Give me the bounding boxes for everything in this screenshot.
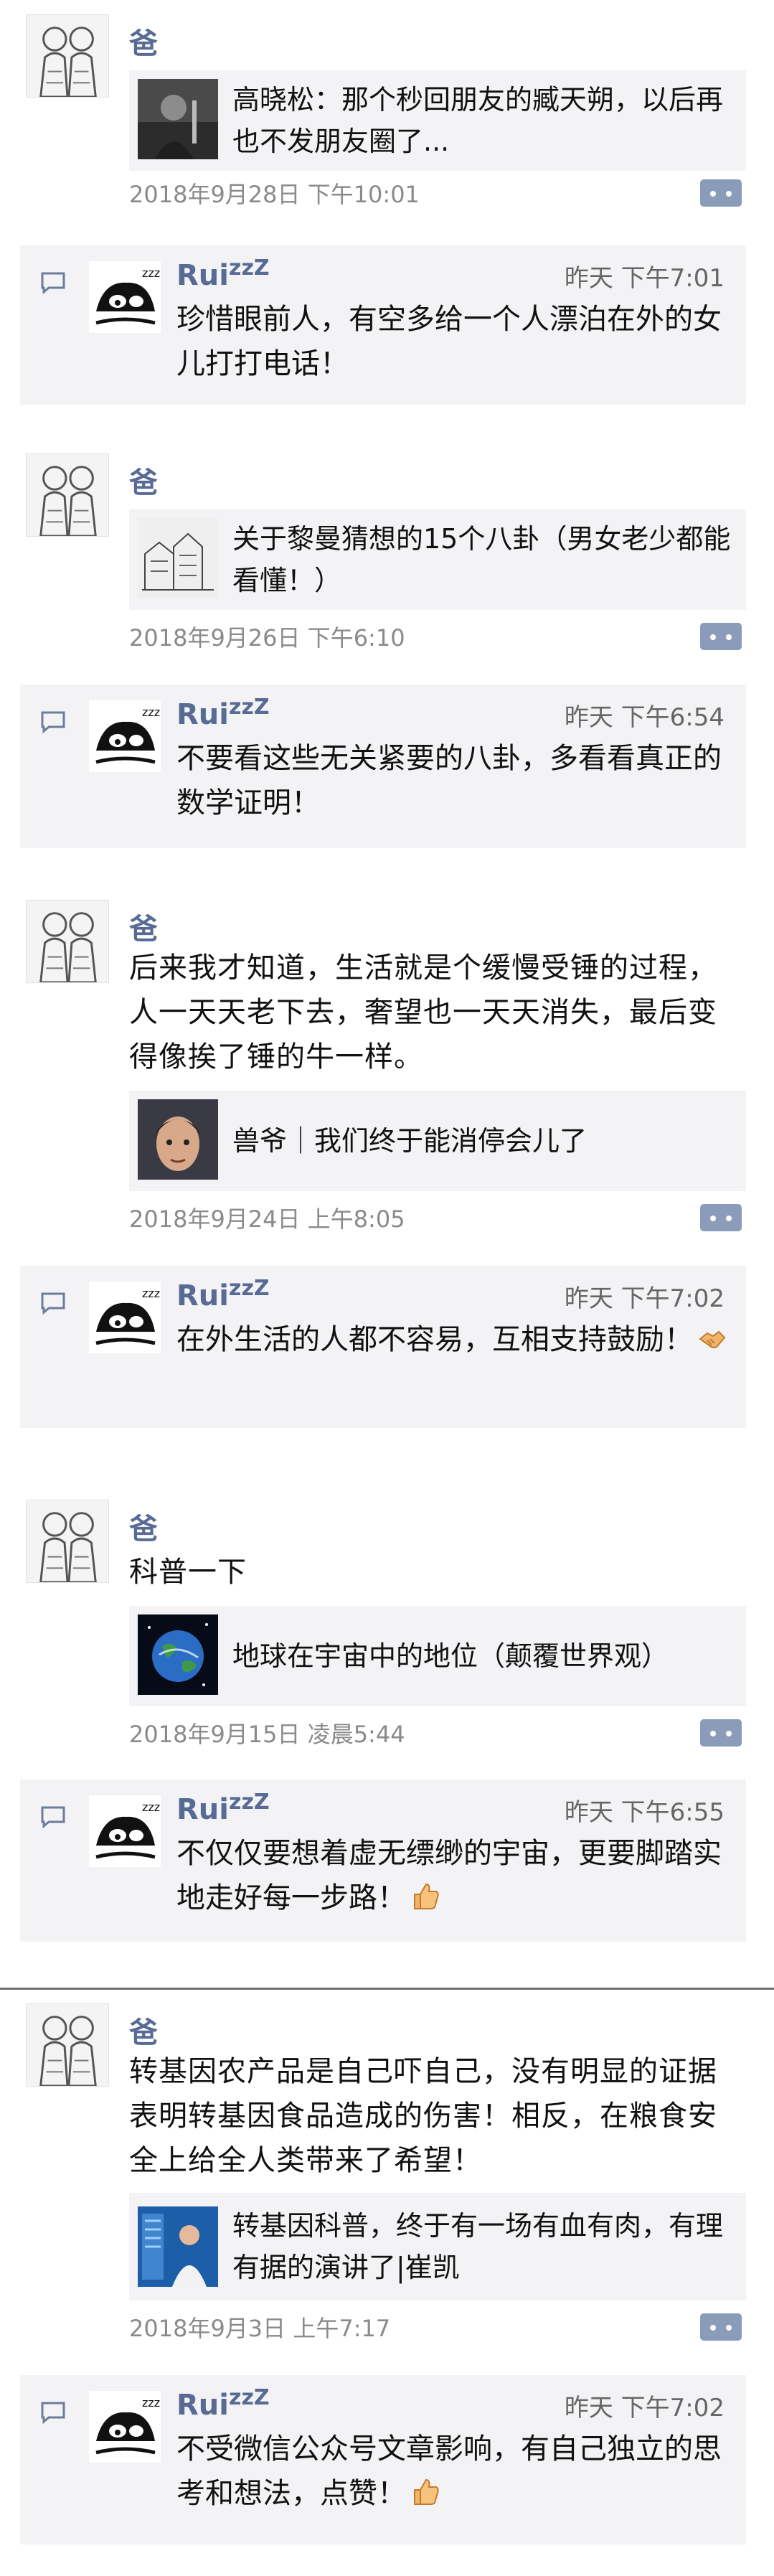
shared-link-card[interactable]: 高晓松：那个秒回朋友的臧天朔，以后再也不发朋友圈了... (129, 70, 746, 171)
rui-name[interactable]: RuizzZ (176, 1790, 270, 1826)
comment-bubble-icon (40, 1292, 66, 1315)
dot-icon (726, 1731, 732, 1736)
dot-icon (726, 634, 732, 640)
face-photo-icon (138, 1099, 218, 1180)
reply-box: zzz RuizzZ 昨天 下午7:01 珍惜眼前人，有空多给一个人漂泊在外的女… (20, 245, 746, 405)
speaker-photo-icon (138, 2206, 218, 2287)
dot-icon (726, 1216, 732, 1221)
dad-avatar[interactable] (26, 900, 109, 983)
comment-button[interactable] (700, 623, 742, 650)
comment-bubble-icon (40, 271, 66, 294)
reply-box: zzz RuizzZ 昨天 下午6:54 不要看这些无关紧要的八卦，多看看真正的… (20, 685, 746, 848)
dad-avatar[interactable] (26, 453, 109, 537)
reply-text: 在外生活的人都不容易，互相支持鼓励！ (176, 1317, 743, 1362)
dot-icon (710, 1731, 716, 1736)
singer-photo-icon (138, 79, 218, 159)
post-text: 科普一下 (129, 1556, 247, 1589)
dot-icon (710, 634, 716, 640)
reply-time: 昨天 下午7:01 (564, 264, 725, 293)
dad-avatar[interactable] (26, 2003, 109, 2087)
thumbs-up-emoji-icon (410, 2477, 440, 2507)
reply-text: 珍惜眼前人，有空多给一个人漂泊在外的女儿打打电话！ (176, 303, 722, 380)
dad-avatar[interactable] (26, 14, 109, 98)
dad-name[interactable]: 爸 (129, 20, 158, 62)
reply-box: zzz RuizzZ 昨天 下午6:55 不仅仅要想着虚无缥缈的宇宙，更要脚踏实… (20, 1780, 746, 1942)
rui-avatar[interactable]: zzz (89, 1282, 161, 1353)
svg-text:zzz: zzz (142, 2396, 160, 2410)
rui-avatar[interactable]: zzz (89, 261, 161, 333)
dad-name[interactable]: 爸 (129, 2009, 158, 2051)
reply-text: 不受微信公众号文章影响，有自己独立的思考和想法，点赞！ (176, 2432, 722, 2510)
rui-avatar[interactable]: zzz (89, 1795, 161, 1867)
rui-avatar[interactable]: zzz (89, 2391, 161, 2463)
reply-box: zzz RuizzZ 昨天 下午7:02 在外生活的人都不容易，互相支持鼓励！ (20, 1266, 746, 1428)
moments-feed: 爸 高晓松：那个秒回朋友的臧天朔，以后再也不发朋友圈了... 2018年9月28… (0, 0, 774, 2576)
svg-text:zzz: zzz (142, 266, 160, 280)
rui-name[interactable]: RuizzZ (176, 695, 270, 731)
comment-button[interactable] (700, 1719, 742, 1747)
post-date: 2018年9月24日 上午8:05 (129, 1205, 405, 1233)
shared-link-card[interactable]: 关于黎曼猜想的15个八卦（男女老少都能看懂！） (129, 509, 746, 610)
link-title: 关于黎曼猜想的15个八卦（男女老少都能看懂！） (232, 523, 731, 596)
svg-text:zzz: zzz (142, 705, 160, 719)
reply-box: zzz RuizzZ 昨天 下午7:02 不受微信公众号文章影响，有自己独立的思… (20, 2375, 746, 2544)
comment-button[interactable] (700, 1204, 742, 1231)
post-date: 2018年9月26日 下午6:10 (129, 624, 405, 652)
reply-time: 昨天 下午7:02 (564, 1284, 725, 1313)
rui-name[interactable]: RuizzZ (176, 2385, 270, 2422)
comment-bubble-icon (40, 2401, 66, 2424)
rui-name[interactable]: RuizzZ (176, 255, 270, 292)
dot-icon (726, 191, 732, 197)
shared-link-card[interactable]: 地球在宇宙中的地位（颠覆世界观） (129, 1606, 746, 1706)
link-title: 转基因科普，终于有一场有血有肉，有理有据的演讲了|崔凯 (232, 2210, 724, 2283)
post-date: 2018年9月3日 上午7:17 (129, 2315, 391, 2342)
rui-name[interactable]: RuizzZ (176, 1276, 270, 1312)
post-date: 2018年9月15日 凌晨5:44 (129, 1721, 405, 1748)
rui-avatar[interactable]: zzz (89, 700, 161, 772)
comment-bubble-icon (40, 710, 66, 733)
post-text: 转基因农产品是自己吓自己，没有明显的证据表明转基因食品造成的伤害！相反，在粮食安… (129, 2055, 717, 2177)
thumbs-up-emoji-icon (410, 1881, 440, 1912)
building-sketch-icon (138, 518, 218, 598)
dot-icon (726, 2325, 732, 2331)
dot-icon (710, 2325, 716, 2331)
reply-text: 不要看这些无关紧要的八卦，多看看真正的数学证明！ (176, 742, 722, 819)
post-date: 2018年9月28日 下午10:01 (129, 181, 420, 208)
post-text: 后来我才知道，生活就是个缓慢受锤的过程，人一天天老下去，奢望也一天天消失，最后变… (129, 951, 717, 1073)
dot-icon (710, 191, 716, 197)
dad-name[interactable]: 爸 (129, 906, 158, 947)
svg-text:zzz: zzz (142, 1287, 160, 1300)
handshake-emoji-icon (697, 1323, 727, 1353)
dad-avatar[interactable] (26, 1500, 109, 1583)
shared-link-card[interactable]: 兽爷｜我们终于能消停会儿了 (129, 1091, 746, 1191)
link-title: 高晓松：那个秒回朋友的臧天朔，以后再也不发朋友圈了... (232, 84, 724, 157)
comment-button[interactable] (700, 179, 742, 207)
dad-name[interactable]: 爸 (129, 1505, 158, 1547)
reply-text: 不仅仅要想着虚无缥缈的宇宙，更要脚踏实地走好每一步路！ (176, 1837, 722, 1914)
reply-time: 昨天 下午7:02 (564, 2394, 725, 2422)
shared-link-card[interactable]: 转基因科普，终于有一场有血有肉，有理有据的演讲了|崔凯 (129, 2193, 746, 2300)
earth-icon (138, 1614, 218, 1695)
dot-icon (710, 1216, 716, 1221)
divider (0, 1988, 774, 1990)
reply-time: 昨天 下午6:55 (564, 1798, 725, 1827)
comment-bubble-icon (40, 1805, 66, 1828)
comment-button[interactable] (700, 2313, 742, 2341)
svg-text:zzz: zzz (142, 1800, 160, 1814)
reply-time: 昨天 下午6:54 (564, 703, 725, 732)
link-title: 兽爷｜我们终于能消停会儿了 (232, 1125, 587, 1157)
dad-name[interactable]: 爸 (129, 459, 158, 501)
link-title: 地球在宇宙中的地位（颠覆世界观） (232, 1640, 669, 1672)
